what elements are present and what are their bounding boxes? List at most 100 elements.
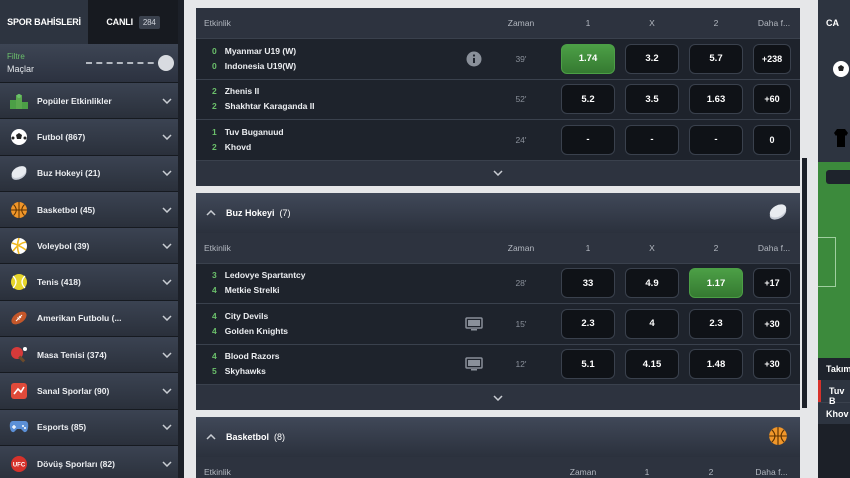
score-home: 3 — [212, 270, 217, 281]
sidebar-item-label: Dövüş Sporları (82) — [37, 458, 115, 469]
col-x: X — [649, 18, 655, 28]
more-markets-button[interactable]: +30 — [753, 308, 791, 339]
sidebar-item-label: Buz Hokeyi (21) — [37, 168, 101, 179]
chevron-down-icon — [156, 279, 178, 286]
odd-2-button[interactable]: 2.3 — [689, 308, 743, 339]
score-away: 5 — [212, 366, 217, 377]
basketball-icon — [768, 426, 788, 448]
more-markets-button[interactable]: +238 — [753, 43, 791, 74]
odd-1-button[interactable]: 1.74 — [561, 43, 615, 74]
odd-1-button[interactable]: 2.3 — [561, 308, 615, 339]
odd-x-button[interactable]: 4.9 — [625, 268, 679, 299]
volleyball-icon — [9, 236, 29, 256]
odd-1-button[interactable]: 5.1 — [561, 349, 615, 380]
odd-1-button[interactable]: - — [561, 124, 615, 155]
odd-2-button[interactable]: 1.17 — [689, 268, 743, 299]
scrollbar[interactable] — [802, 158, 807, 408]
odd-x-button[interactable]: 3.2 — [625, 43, 679, 74]
odd-x-button[interactable]: - — [625, 124, 679, 155]
virtual-sports-icon — [9, 381, 29, 401]
fight-sports-icon: UFC — [9, 454, 29, 474]
odd-x-button[interactable]: 4.15 — [625, 349, 679, 380]
more-markets-button[interactable]: +30 — [753, 349, 791, 380]
filter-toggle[interactable] — [86, 55, 174, 71]
odd-x-button[interactable]: 3.5 — [625, 84, 679, 115]
sidebar-item-volleyball[interactable]: Voleybol (39) — [0, 227, 178, 264]
sidebar-item-label: Basketbol (45) — [37, 204, 96, 215]
stats-team-home: Tuv B — [818, 380, 850, 406]
section-header-basketball[interactable]: Basketbol (8) — [196, 417, 800, 457]
tv-icon[interactable] — [464, 317, 483, 331]
sidebar-item-ice-hockey[interactable]: Buz Hokeyi (21) — [0, 154, 178, 191]
chevron-down-icon — [156, 461, 178, 467]
more-markets-button[interactable]: +60 — [753, 84, 791, 115]
match-row[interactable]: 1 Tuv Buganuud 2 Khovd 24' - - - 0 — [196, 119, 800, 160]
info-icon[interactable] — [466, 51, 482, 67]
tennis-icon — [9, 272, 29, 292]
odd-2-button[interactable]: 1.63 — [689, 84, 743, 115]
tab-sports-betting[interactable]: SPOR BAHİSLERİ — [0, 0, 88, 44]
score-away: 4 — [212, 325, 217, 336]
more-markets-button[interactable]: 0 — [753, 124, 791, 155]
match-row[interactable]: 2 Zhenis II 2 Shakhtar Karaganda II 52' 5.… — [196, 78, 800, 119]
expand-footer[interactable] — [196, 384, 800, 410]
sidebar-item-esports[interactable]: Esports (85) — [0, 408, 178, 445]
section-title: Basketbol — [226, 432, 270, 442]
team-away: 4 Metkie Strelki — [212, 283, 461, 298]
chevron-up-icon[interactable] — [206, 434, 216, 440]
column-header: Etkinlik Zaman 1 X 2 Daha f... — [196, 232, 800, 263]
match-time: 28' — [515, 278, 527, 289]
expand-footer[interactable] — [196, 159, 800, 186]
section-header-ice-hockey[interactable]: Buz Hokeyi (7) — [196, 192, 800, 233]
column-header: Etkinlik Zaman 1 X 2 Daha f... — [196, 8, 800, 38]
odd-2-button[interactable]: 5.7 — [689, 43, 743, 74]
chevron-up-icon[interactable] — [206, 209, 216, 216]
section-count: (7) — [279, 207, 291, 218]
sidebar-item-tennis[interactable]: Tenis (418) — [0, 263, 178, 300]
col-more: Daha f... — [757, 18, 791, 28]
filter-label: Filtre — [7, 52, 25, 61]
odd-2-button[interactable]: - — [689, 124, 743, 155]
tab-live-label: CANLI — [106, 17, 133, 27]
match-row[interactable]: 3 Ledovye Spartantcy 4 Metkie Strelki 28' … — [196, 262, 800, 303]
team-home: 4 City Devils — [212, 309, 461, 324]
sidebar-item-basketball[interactable]: Basketbol (45) — [0, 190, 178, 228]
odd-x-button[interactable]: 4 — [625, 308, 679, 339]
right-tab[interactable]: CA — [818, 0, 850, 44]
toggle-knob[interactable] — [158, 55, 174, 71]
score-home: 4 — [212, 310, 217, 321]
team-home-name: Blood Razors — [224, 351, 280, 362]
sidebar-item-label: Masa Tenisi (374) — [37, 349, 107, 360]
chevron-down-icon[interactable] — [493, 394, 503, 401]
sidebar-item-american-football[interactable]: Amerikan Futbolu (... — [0, 299, 178, 337]
match-time: 24' — [515, 134, 527, 145]
stats-list: Takım Tuv B Khov — [818, 358, 850, 424]
score-away: 2 — [212, 141, 217, 152]
sidebar-item-fight-sports[interactable]: UFC Dövüş Sporları (82) — [0, 444, 178, 478]
score-away: 2 — [212, 101, 217, 112]
odd-1-button[interactable]: 33 — [561, 268, 615, 299]
match-row[interactable]: 4 City Devils 4 Golden Knights 15' 2.3 4 2… — [196, 303, 800, 344]
odd-2-button[interactable]: 1.48 — [689, 349, 743, 380]
tv-icon[interactable] — [464, 357, 483, 371]
col-1: 1 — [585, 18, 591, 28]
sidebar-item-label: Futbol (867) — [37, 131, 86, 142]
more-markets-button[interactable]: +17 — [753, 268, 791, 299]
sidebar-item-label: Amerikan Futbolu (... — [37, 313, 122, 324]
match-row[interactable]: 4 Blood Razors 5 Skyhawks 12' 5.1 4.15 1.4… — [196, 343, 800, 384]
sidebar-item-virtual-sports[interactable]: Sanal Sporlar (90) — [0, 372, 178, 409]
events-main: Etkinlik Zaman 1 X 2 Daha f... 0 Myanmar … — [196, 0, 800, 478]
col-x: X — [649, 242, 655, 253]
info-icon-cell — [461, 51, 486, 67]
odd-1-button[interactable]: 5.2 — [561, 84, 615, 115]
team-home-name: Tuv Buganuud — [224, 126, 284, 137]
filter-value: Maçlar — [7, 64, 35, 74]
sidebar-item-football[interactable]: Futbol (867) — [0, 118, 178, 155]
chevron-down-icon[interactable] — [493, 170, 503, 176]
sidebar-item-table-tennis[interactable]: Masa Tenisi (374) — [0, 336, 178, 373]
shirt-icon — [834, 129, 848, 147]
tab-live[interactable]: CANLI 284 — [88, 0, 178, 44]
sidebar-item-popular[interactable]: Popüler Etkinlikler — [0, 82, 178, 119]
match-row[interactable]: 0 Myanmar U19 (W) 0 Indonesia U19(W) 39' 1… — [196, 38, 800, 79]
match-tracker — [818, 44, 850, 162]
